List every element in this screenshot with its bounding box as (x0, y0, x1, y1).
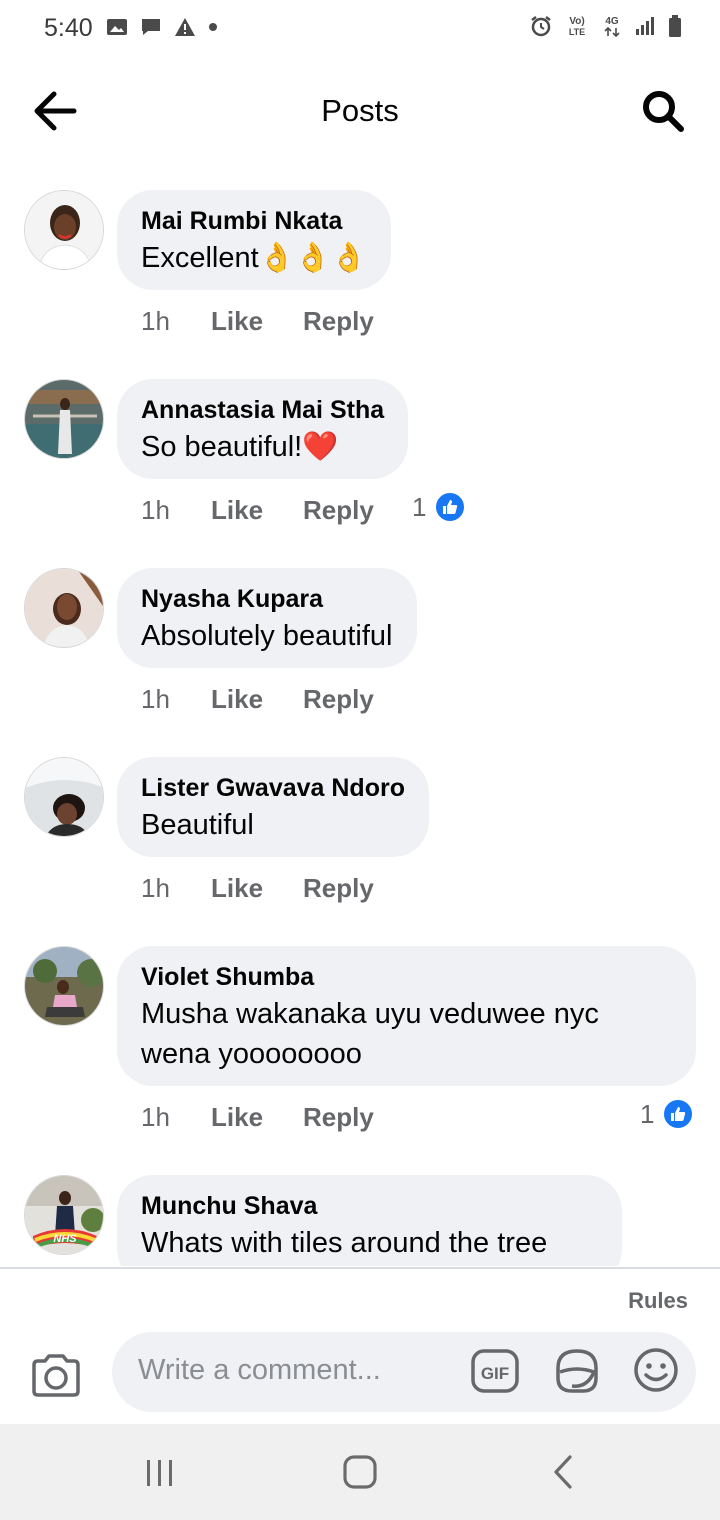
battery-icon (669, 15, 681, 37)
like-button[interactable]: Like (211, 495, 303, 526)
volte-icon: Vo) LTE (569, 16, 585, 37)
reaction-summary[interactable]: 1 (412, 491, 467, 523)
reply-button[interactable]: Reply (303, 873, 374, 904)
camera-button[interactable] (30, 1353, 82, 1399)
comment-bubble[interactable]: Lister Gwavava Ndoro Beautiful (117, 757, 429, 857)
comment-text: Absolutely beautiful (141, 620, 393, 652)
recents-button[interactable] (143, 1458, 177, 1488)
sticker-icon (556, 1349, 598, 1393)
comment-author[interactable]: Nyasha Kupara (141, 582, 393, 616)
emoji-button[interactable] (632, 1346, 680, 1394)
warning-icon (175, 18, 195, 36)
avatar[interactable]: NHS (24, 1175, 104, 1255)
like-button[interactable]: Like (211, 873, 303, 904)
comment-text: Excellent👌👌👌 (141, 242, 367, 274)
image-icon (107, 19, 127, 35)
comment-author[interactable]: Violet Shumba (141, 960, 672, 994)
alarm-icon (531, 16, 551, 37)
comment-time: 1h (141, 873, 170, 903)
like-button[interactable]: Like (211, 306, 303, 337)
dot-icon (209, 23, 217, 31)
gif-icon: GIF (471, 1349, 519, 1393)
comment-bubble[interactable]: Violet Shumba Musha wakanaka uyu veduwee… (117, 946, 696, 1086)
comment-input[interactable]: Write a comment... GIF (112, 1332, 696, 1412)
avatar[interactable] (24, 568, 104, 648)
reply-button[interactable]: Reply (303, 1102, 374, 1133)
emoji-icon (634, 1348, 678, 1392)
comment-author[interactable]: Munchu Shava (141, 1189, 598, 1223)
page-title: Posts (321, 93, 399, 128)
reply-button[interactable]: Reply (303, 495, 374, 526)
4g-data-icon: 4G (604, 16, 620, 38)
home-button[interactable] (342, 1454, 378, 1490)
message-icon (142, 19, 160, 35)
avatar[interactable] (24, 379, 104, 459)
like-button[interactable]: Like (211, 684, 303, 715)
rules-link[interactable]: Rules (628, 1288, 688, 1314)
comment-text: Beautiful (141, 809, 254, 841)
comment-author[interactable]: Lister Gwavava Ndoro (141, 771, 405, 805)
signal-icon (636, 17, 654, 35)
comment-text-line: wena yoooooooo (141, 1038, 362, 1070)
thumbs-up-icon (662, 1098, 695, 1130)
svg-text:Vo): Vo) (569, 16, 584, 27)
composer-divider (0, 1267, 720, 1269)
like-button[interactable]: Like (211, 1102, 303, 1133)
reaction-count: 1 (640, 1098, 655, 1129)
comment-time: 1h (141, 306, 170, 336)
comment-time: 1h (141, 495, 170, 525)
reaction-count: 1 (412, 491, 427, 522)
svg-text:GIF: GIF (481, 1364, 509, 1383)
comment-bubble[interactable]: Mai Rumbi Nkata Excellent👌👌👌 (117, 190, 391, 290)
comment-text: Whats with tiles around the tree (141, 1227, 548, 1259)
comment-text-line: Musha wakanaka uyu veduwee nyc (141, 998, 599, 1030)
status-time: 5:40 (44, 14, 93, 42)
system-back-button[interactable] (551, 1454, 575, 1490)
comment-placeholder: Write a comment... (138, 1354, 381, 1386)
avatar[interactable] (24, 190, 104, 270)
reaction-summary[interactable]: 1 (640, 1098, 695, 1130)
comment-author[interactable]: Annastasia Mai Stha (141, 393, 384, 427)
comment-text: Musha wakanaka uyu veduwee nyc wena yooo… (141, 994, 672, 1074)
comment-bubble[interactable]: Nyasha Kupara Absolutely beautiful (117, 568, 417, 668)
comment-bubble[interactable]: Annastasia Mai Stha So beautiful!❤️ (117, 379, 409, 479)
reply-button[interactable]: Reply (303, 684, 374, 715)
avatar[interactable] (24, 946, 104, 1026)
search-button[interactable] (640, 88, 686, 134)
comment-time: 1h (141, 684, 170, 714)
avatar[interactable] (24, 757, 104, 837)
system-nav-bar (0, 1424, 720, 1520)
thumbs-up-icon (434, 491, 467, 523)
comment-text: So beautiful!❤️ (141, 431, 339, 463)
home-icon (343, 1455, 377, 1489)
reply-button[interactable]: Reply (303, 306, 374, 337)
svg-text:LTE: LTE (569, 27, 585, 37)
status-bar: 5:40 Vo) LTE 4G (0, 0, 720, 60)
gif-button[interactable]: GIF (470, 1346, 520, 1396)
comment-time: 1h (141, 1102, 170, 1132)
recents-icon (147, 1460, 172, 1486)
comment-list[interactable]: Mai Rumbi Nkata Excellent👌👌👌 1h Like Rep… (0, 164, 720, 1266)
back-icon (554, 1455, 572, 1489)
svg-text:NHS: NHS (53, 1233, 77, 1245)
comment-author[interactable]: Mai Rumbi Nkata (141, 204, 367, 238)
sticker-button[interactable] (552, 1346, 602, 1396)
svg-text:4G: 4G (605, 16, 619, 27)
camera-icon (32, 1354, 80, 1397)
search-icon (643, 91, 684, 132)
app-header: Posts (0, 60, 720, 164)
comment-bubble[interactable]: Munchu Shava Whats with tiles around the… (117, 1175, 622, 1266)
